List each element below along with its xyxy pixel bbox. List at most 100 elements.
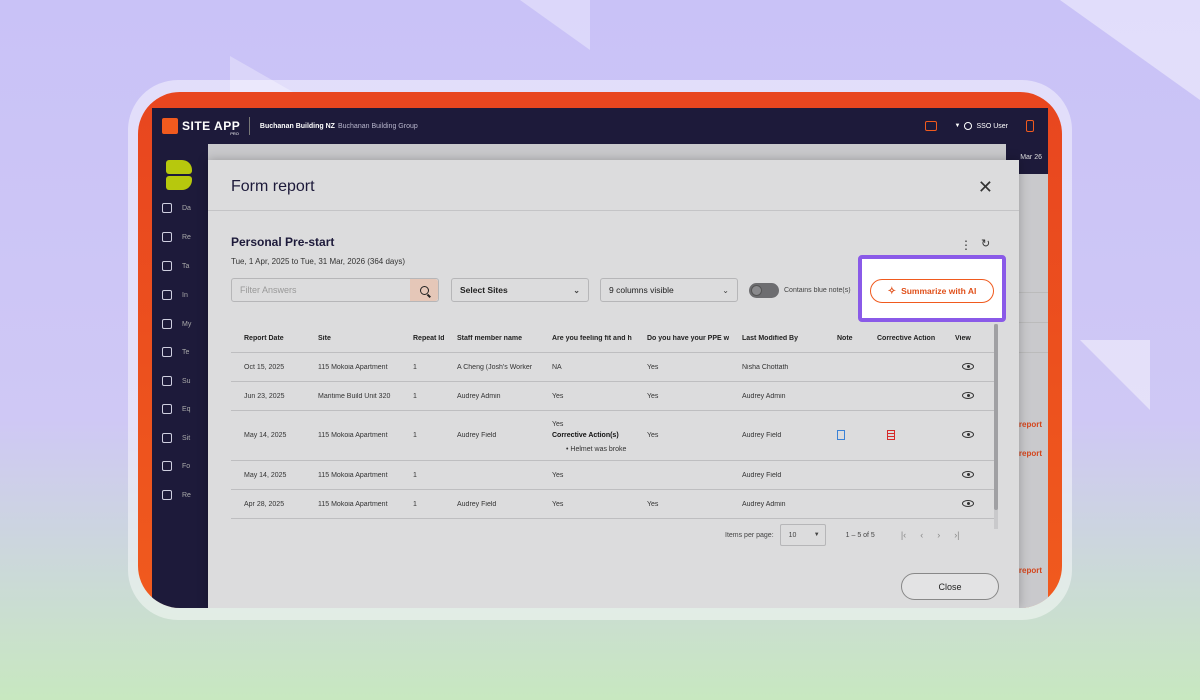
sidebar-item[interactable]: Sit bbox=[162, 433, 190, 443]
sidebar-item-label: Da bbox=[182, 204, 191, 212]
table-cell: May 14, 2025 bbox=[244, 471, 287, 479]
column-header[interactable]: Note bbox=[824, 335, 864, 342]
table-cell: Yes bbox=[552, 500, 564, 508]
summarize-ai-label: Summarize with AI bbox=[901, 286, 977, 296]
eye-icon[interactable] bbox=[962, 470, 974, 478]
close-icon[interactable]: ✕ bbox=[978, 177, 993, 198]
column-header[interactable]: Site bbox=[305, 335, 400, 342]
sidebar-item[interactable]: Re bbox=[162, 232, 191, 242]
table-row[interactable]: Apr 28, 2025 115 Mokoia Apartment 1 Audrey … bbox=[231, 490, 994, 519]
modal-title: Form report bbox=[231, 178, 315, 195]
table-row[interactable]: Jun 23, 2025 Maritime Build Unit 320 1 Audr… bbox=[231, 382, 994, 411]
note-document-icon[interactable] bbox=[837, 429, 845, 440]
sidebar-item[interactable]: Su bbox=[162, 376, 191, 386]
view-cell bbox=[942, 499, 994, 509]
last-page-icon[interactable]: ›| bbox=[954, 530, 959, 540]
bg-triangle bbox=[1060, 0, 1200, 100]
sidebar-item[interactable]: Ta bbox=[162, 261, 189, 271]
table-cell: 115 Mokoia Apartment bbox=[318, 471, 388, 479]
app-logo-pro: PRO bbox=[230, 130, 239, 136]
sidebar-item[interactable]: In bbox=[162, 290, 188, 300]
sidebar-item[interactable]: Da bbox=[162, 203, 191, 213]
report-link[interactable]: report bbox=[1019, 449, 1042, 458]
close-button[interactable]: Close bbox=[901, 573, 999, 600]
items-per-page-value: 10 bbox=[788, 531, 797, 539]
refresh-icon[interactable]: ↻ bbox=[981, 237, 990, 250]
eye-icon[interactable] bbox=[962, 362, 974, 370]
company-name: Buchanan Building NZ bbox=[259, 122, 335, 130]
paginator: Items per page: 10 ▼ 1 – 5 of 5 |‹ ‹ › ›… bbox=[725, 524, 960, 546]
items-per-page-select[interactable]: 10 ▼ bbox=[779, 524, 826, 546]
table-cell: 115 Mokoia Apartment bbox=[318, 363, 388, 371]
user-icon bbox=[964, 122, 973, 130]
more-options-icon[interactable]: ⋮ bbox=[960, 238, 972, 252]
table-cell: Yes bbox=[647, 392, 659, 400]
form-report-modal: Form report ✕ Personal Pre-start Tue, 1 … bbox=[208, 160, 1019, 608]
table-cell: Nisha Chottath bbox=[742, 363, 789, 371]
table-cell: 1 bbox=[413, 363, 417, 371]
blue-notes-toggle[interactable] bbox=[749, 283, 779, 298]
table-cell: NA bbox=[552, 363, 562, 371]
logo-icon bbox=[162, 118, 178, 134]
eye-icon[interactable] bbox=[962, 499, 974, 507]
table-cell: Audrey Field bbox=[742, 432, 782, 439]
column-header[interactable]: Corrective Action bbox=[864, 335, 942, 342]
column-header[interactable]: Report Date bbox=[231, 335, 305, 342]
table-cell: Audrey Admin bbox=[457, 392, 501, 400]
table-cell: May 14, 2025 bbox=[244, 432, 287, 439]
date-range-partial[interactable]: Mar 26 bbox=[1020, 154, 1042, 161]
table-cell: 1 bbox=[413, 500, 417, 508]
select-sites-label: Select Sites bbox=[460, 285, 508, 295]
sidebar-item[interactable]: Eq bbox=[162, 404, 191, 414]
table-row[interactable]: May 14, 2025 115 Mokoia Apartment 1 Audrey … bbox=[231, 411, 994, 461]
columns-visible-dropdown[interactable]: 9 columns visible ⌄ bbox=[600, 278, 738, 302]
sidebar-item[interactable]: Te bbox=[162, 347, 189, 357]
team-icon bbox=[162, 347, 172, 357]
table-row[interactable]: Oct 15, 2025 115 Mokoia Apartment 1 A Cheng… bbox=[231, 353, 994, 382]
column-header[interactable]: Last Modified By bbox=[729, 335, 824, 342]
column-header[interactable]: Are you feeling fit and h bbox=[539, 335, 634, 342]
column-header[interactable]: Repeat Id bbox=[400, 335, 444, 342]
eye-icon[interactable] bbox=[962, 391, 974, 399]
sparkle-icon: ✧ bbox=[887, 285, 897, 297]
cell-value: Yes bbox=[552, 420, 564, 428]
eye-icon[interactable] bbox=[962, 431, 974, 438]
prev-page-icon[interactable]: ‹ bbox=[920, 530, 923, 540]
summarize-ai-button[interactable]: ✧ Summarize with AI bbox=[870, 279, 994, 303]
first-page-icon[interactable]: |‹ bbox=[901, 530, 906, 540]
filter-answers-input[interactable] bbox=[232, 279, 410, 301]
sidebar-item[interactable]: My bbox=[162, 319, 191, 329]
table-cell: Maritime Build Unit 320 bbox=[318, 392, 391, 400]
table-cell: Yes bbox=[647, 432, 659, 439]
registers-icon bbox=[162, 490, 172, 500]
table-row[interactable]: May 14, 2025 115 Mokoia Apartment 1 Yes Audr… bbox=[231, 461, 994, 490]
device: SITE APP PRO Buchanan Building NZ Buchan… bbox=[138, 92, 1062, 608]
sidebar-item-label: Re bbox=[182, 233, 191, 241]
report-link[interactable]: report bbox=[1019, 566, 1042, 575]
next-page-icon[interactable]: › bbox=[937, 530, 940, 540]
sidebar-item-label: Eq bbox=[182, 405, 191, 413]
mobile-icon[interactable] bbox=[1026, 120, 1034, 132]
date-range: Tue, 1 Apr, 2025 to Tue, 31 Mar, 2026 (3… bbox=[231, 257, 406, 266]
sidebar-item-label: Re bbox=[182, 491, 191, 499]
blue-notes-label: Contains blue note(s) bbox=[784, 287, 851, 294]
bg-triangle bbox=[520, 0, 590, 50]
table-cell: Audrey Admin bbox=[742, 392, 786, 400]
chat-icon[interactable] bbox=[924, 121, 937, 131]
divider bbox=[208, 210, 1019, 211]
sidebar-item[interactable]: Re bbox=[162, 490, 191, 500]
sidebar-item[interactable]: Fo bbox=[162, 461, 190, 471]
column-header[interactable]: View bbox=[942, 335, 994, 342]
sidebar-item-label: Sit bbox=[182, 434, 191, 442]
clipboard-icon[interactable] bbox=[887, 429, 895, 440]
form-name: Personal Pre-start bbox=[231, 235, 335, 249]
column-header[interactable]: Staff member name bbox=[444, 335, 539, 342]
top-right-controls: ▼ SSO User bbox=[924, 108, 1034, 144]
search-button[interactable] bbox=[410, 279, 438, 301]
user-menu[interactable]: ▼ SSO User bbox=[955, 122, 1008, 130]
report-link[interactable]: report bbox=[1019, 420, 1042, 429]
search-icon bbox=[419, 285, 429, 295]
scrollbar-thumb[interactable] bbox=[994, 324, 998, 510]
select-sites-dropdown[interactable]: Select Sites ⌄ bbox=[451, 278, 589, 302]
column-header[interactable]: Do you have your PPE w bbox=[634, 335, 729, 342]
